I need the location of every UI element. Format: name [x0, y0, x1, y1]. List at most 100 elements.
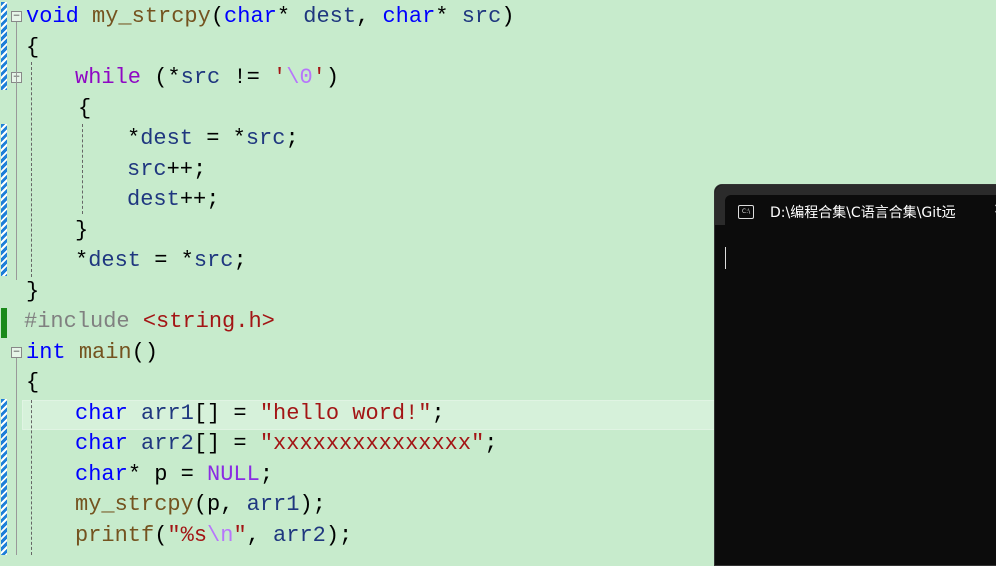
code-token: ); — [299, 492, 326, 517]
fold-line — [16, 22, 17, 280]
code-token: ; — [233, 248, 247, 273]
code-token: != — [220, 65, 274, 90]
code-token: ( — [210, 4, 225, 29]
console-tab[interactable]: C:\ D:\编程合集\C语言合集\Git远 × — [725, 195, 996, 225]
code-token: , — [356, 4, 383, 29]
console-icon: C:\ — [738, 205, 754, 219]
code-token: src — [180, 65, 221, 90]
code-token: <string.h> — [142, 309, 275, 334]
code-token: ( — [193, 492, 208, 517]
code-token: src — [461, 4, 502, 29]
code-text: int main() — [26, 338, 158, 368]
code-text: dest++; — [127, 185, 219, 215]
code-text: *dest = *src; — [75, 246, 247, 276]
code-token: arr2 — [273, 522, 326, 548]
code-token: arr1 — [246, 492, 300, 517]
text-cursor — [725, 247, 726, 269]
code-token: my_strcpy — [75, 492, 194, 517]
change-marker — [1, 124, 7, 276]
code-token: , — [246, 522, 274, 548]
code-text: #include <string.h> — [24, 307, 275, 337]
code-token: NULL — [207, 461, 260, 487]
fold-line — [16, 358, 17, 555]
code-token: * — [127, 126, 141, 151]
code-token: src — [193, 248, 234, 273]
code-token: { — [26, 370, 40, 395]
code-token: , — [220, 492, 247, 517]
code-token: { — [26, 34, 40, 60]
code-text: char arr2[] = "xxxxxxxxxxxxxxx"; — [75, 429, 497, 459]
code-token: src — [127, 156, 167, 182]
code-token: ( — [154, 522, 168, 548]
console-window[interactable]: C:\ D:\编程合集\C语言合集\Git远 × — [714, 184, 996, 566]
code-token: char — [75, 400, 128, 426]
code-token: arr2 — [141, 431, 194, 456]
code-token: src — [245, 126, 286, 151]
code-token: [] = — [193, 431, 260, 456]
code-token: \n — [207, 522, 234, 548]
code-token: p — [154, 461, 168, 487]
code-token: "xxxxxxxxxxxxxxx" — [259, 431, 485, 456]
code-token: char — [75, 461, 128, 487]
indent-guide — [31, 62, 32, 277]
code-token: } — [26, 278, 40, 304]
indent-guide — [82, 124, 83, 214]
code-token: int — [26, 339, 66, 365]
code-token: = — [167, 461, 208, 487]
code-text: { — [26, 368, 39, 398]
code-token: * — [276, 4, 304, 29]
code-token: ' — [312, 65, 326, 90]
code-text: void my_strcpy(char* dest, char* src) — [26, 2, 515, 32]
code-token: char — [224, 4, 277, 29]
indent-guide — [31, 400, 32, 555]
code-token: ) — [501, 4, 515, 29]
code-token: printf — [75, 522, 155, 548]
code-text: char* p = NULL; — [75, 460, 273, 490]
code-token: #include — [24, 309, 143, 334]
code-text: printf("%s\n", arr2); — [75, 521, 352, 551]
code-token: my_strcpy — [92, 4, 211, 29]
code-token: p — [207, 492, 221, 517]
code-token: = * — [193, 126, 246, 151]
code-token: * — [435, 4, 462, 29]
code-token: "%s — [167, 522, 208, 548]
code-token: ; — [484, 431, 498, 456]
code-token: = * — [141, 248, 194, 273]
code-text: src++; — [127, 155, 206, 185]
change-marker — [1, 2, 7, 90]
code-token: ++; — [179, 187, 220, 212]
code-token: dest — [127, 187, 180, 212]
code-token: ; — [285, 126, 299, 151]
code-text: { — [78, 94, 91, 124]
code-token: ); — [325, 522, 353, 548]
code-token: char — [75, 431, 128, 456]
code-text: } — [26, 277, 39, 307]
code-token: * — [127, 461, 155, 487]
code-token: (* — [141, 65, 181, 90]
code-text: *dest = *src; — [127, 124, 299, 154]
code-token: () — [131, 339, 159, 365]
code-token: [] = — [193, 400, 260, 426]
code-token: char — [382, 4, 436, 29]
fold-toggle-icon[interactable]: − — [11, 11, 22, 22]
code-token: dest — [140, 126, 194, 151]
fold-toggle-icon[interactable]: − — [11, 347, 22, 358]
code-token: ; — [259, 461, 274, 487]
code-text: { — [26, 33, 39, 63]
code-token: dest — [88, 248, 142, 273]
change-marker — [1, 399, 7, 555]
code-token: " — [233, 522, 247, 548]
code-token: ) — [325, 65, 340, 90]
console-tab-title: D:\编程合集\C语言合集\Git远 — [770, 205, 956, 221]
saved-change-marker — [1, 308, 7, 338]
code-token: void — [26, 4, 79, 29]
code-text: while (*src != '\0') — [75, 63, 339, 93]
code-text: } — [75, 216, 88, 246]
code-text: my_strcpy(p, arr1); — [75, 490, 326, 520]
console-tab-bar: C:\ D:\编程合集\C语言合集\Git远 × — [715, 185, 996, 225]
code-token: dest — [303, 4, 357, 29]
